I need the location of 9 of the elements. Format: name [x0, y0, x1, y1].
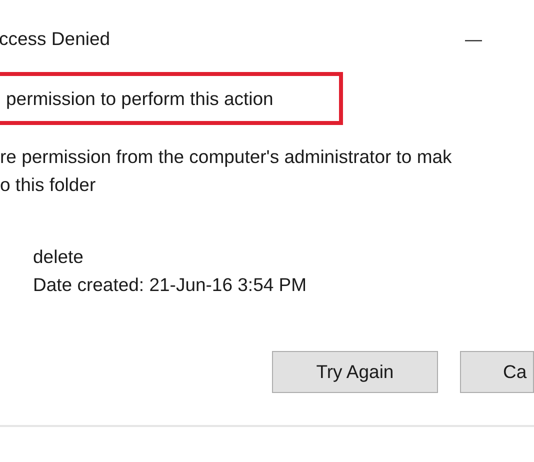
message-line: o this folder — [0, 173, 97, 197]
error-heading: permission to perform this action — [6, 88, 274, 110]
minimize-button[interactable]: — — [465, 30, 482, 50]
window-title: ccess Denied — [0, 28, 110, 50]
item-date: Date created: 21-Jun-16 3:54 PM — [33, 273, 308, 297]
message-line: re permission from the computer's administrator to mak — [0, 145, 453, 169]
item-name: delete — [33, 245, 84, 269]
try-again-button[interactable]: Try Again — [272, 351, 438, 393]
cancel-button[interactable]: Ca — [460, 351, 534, 393]
